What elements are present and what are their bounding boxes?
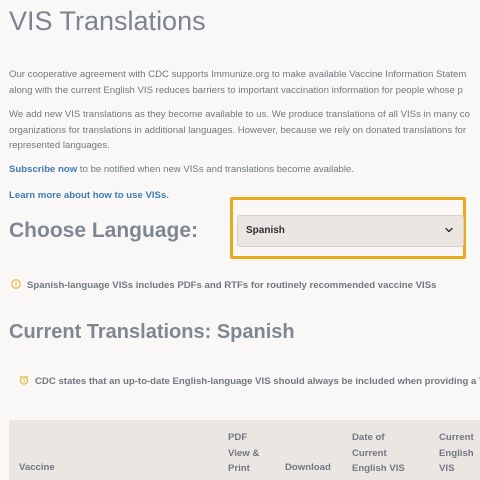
translations-table-header: Vaccine PDF View & Print Download Date o… [9, 420, 480, 480]
language-note-text: Spanish-language VISs includes PDFs and … [27, 280, 437, 291]
alarm-clock-icon [19, 375, 29, 385]
column-header-current: Current English VIS [439, 430, 474, 477]
cdc-note-text: CDC states that an up-to-date English-la… [35, 376, 480, 387]
column-header-date-line-1: Date of [352, 432, 385, 443]
column-header-current-line-3: VIS [439, 463, 455, 474]
column-header-current-line-1: Current [439, 432, 474, 443]
column-header-pdf: PDF View & Print [228, 430, 259, 477]
cdc-note: CDC states that an up-to-date English-la… [19, 375, 480, 387]
column-header-date-line-3: English VIS [352, 463, 405, 474]
column-header-current-line-2: English [439, 447, 474, 459]
info-icon [11, 279, 21, 289]
current-translations-title: Current Translations: Spanish [9, 321, 295, 343]
language-note: Spanish-language VISs includes PDFs and … [11, 279, 436, 291]
column-header-pdf-line-2: View & [228, 447, 260, 459]
column-header-download: Download [285, 462, 331, 473]
column-header-pdf-line-1: PDF [228, 432, 248, 443]
column-header-date: Date of Current English VIS [352, 430, 405, 477]
column-header-vaccine: Vaccine [19, 462, 55, 473]
column-header-pdf-line-3: Print [228, 463, 250, 474]
lower-content: Spanish-language VISs includes PDFs and … [9, 0, 480, 480]
column-header-date-line-2: Current [352, 447, 387, 459]
